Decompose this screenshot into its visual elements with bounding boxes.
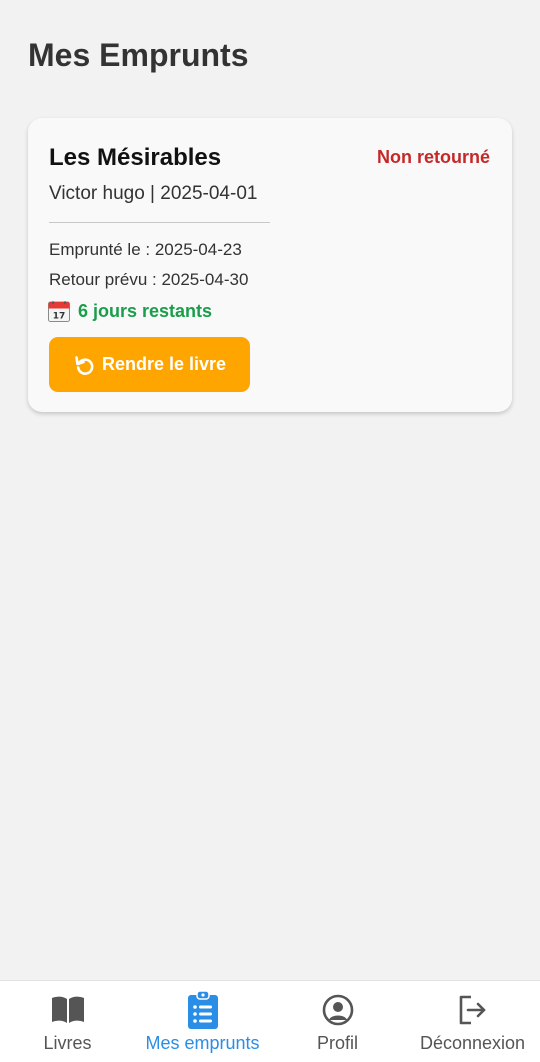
nav-label-profil: Profil — [316, 1033, 358, 1053]
book-author-date: Victor hugo | 2025-04-01 — [49, 183, 258, 204]
calendar-icon: 17 — [48, 301, 70, 322]
clipboard-list-icon — [187, 990, 218, 1029]
user-circle-icon — [322, 994, 353, 1026]
return-book-label: Rendre le livre — [101, 354, 227, 374]
due-date: Retour prévu : 2025-04-30 — [49, 270, 249, 289]
book-title: Les Mésirables — [49, 144, 222, 171]
loan-card: Les Mésirables Non retourné Victor hugo … — [28, 118, 512, 412]
nav-label-mes-emprunts: Mes emprunts — [145, 1033, 260, 1053]
nav-label-deconnexion: Déconnexion — [419, 1033, 526, 1053]
nav-item-mes-emprunts[interactable]: Mes emprunts — [135, 981, 270, 1062]
logout-icon — [459, 995, 485, 1025]
status-badge: Non retourné — [376, 147, 490, 167]
return-book-button[interactable]: Rendre le livre — [49, 337, 250, 392]
days-remaining-label: 6 jours restants — [78, 301, 213, 321]
svg-text:17: 17 — [53, 312, 66, 322]
nav-label-livres: Livres — [43, 1033, 92, 1053]
book-icon — [51, 996, 84, 1023]
nav-item-deconnexion[interactable]: Déconnexion — [405, 981, 540, 1062]
nav-item-livres[interactable]: Livres — [0, 981, 135, 1062]
nav-item-profil[interactable]: Profil — [270, 981, 405, 1062]
page-title: Mes Emprunts — [28, 37, 249, 73]
bottom-nav: Livres Mes emprunts Profil Déconnexion — [0, 980, 540, 1062]
borrow-date: Emprunté le : 2025-04-23 — [49, 240, 242, 259]
undo-icon — [75, 355, 94, 375]
days-remaining: 17 6 jours restants — [47, 298, 212, 324]
divider — [49, 222, 270, 223]
